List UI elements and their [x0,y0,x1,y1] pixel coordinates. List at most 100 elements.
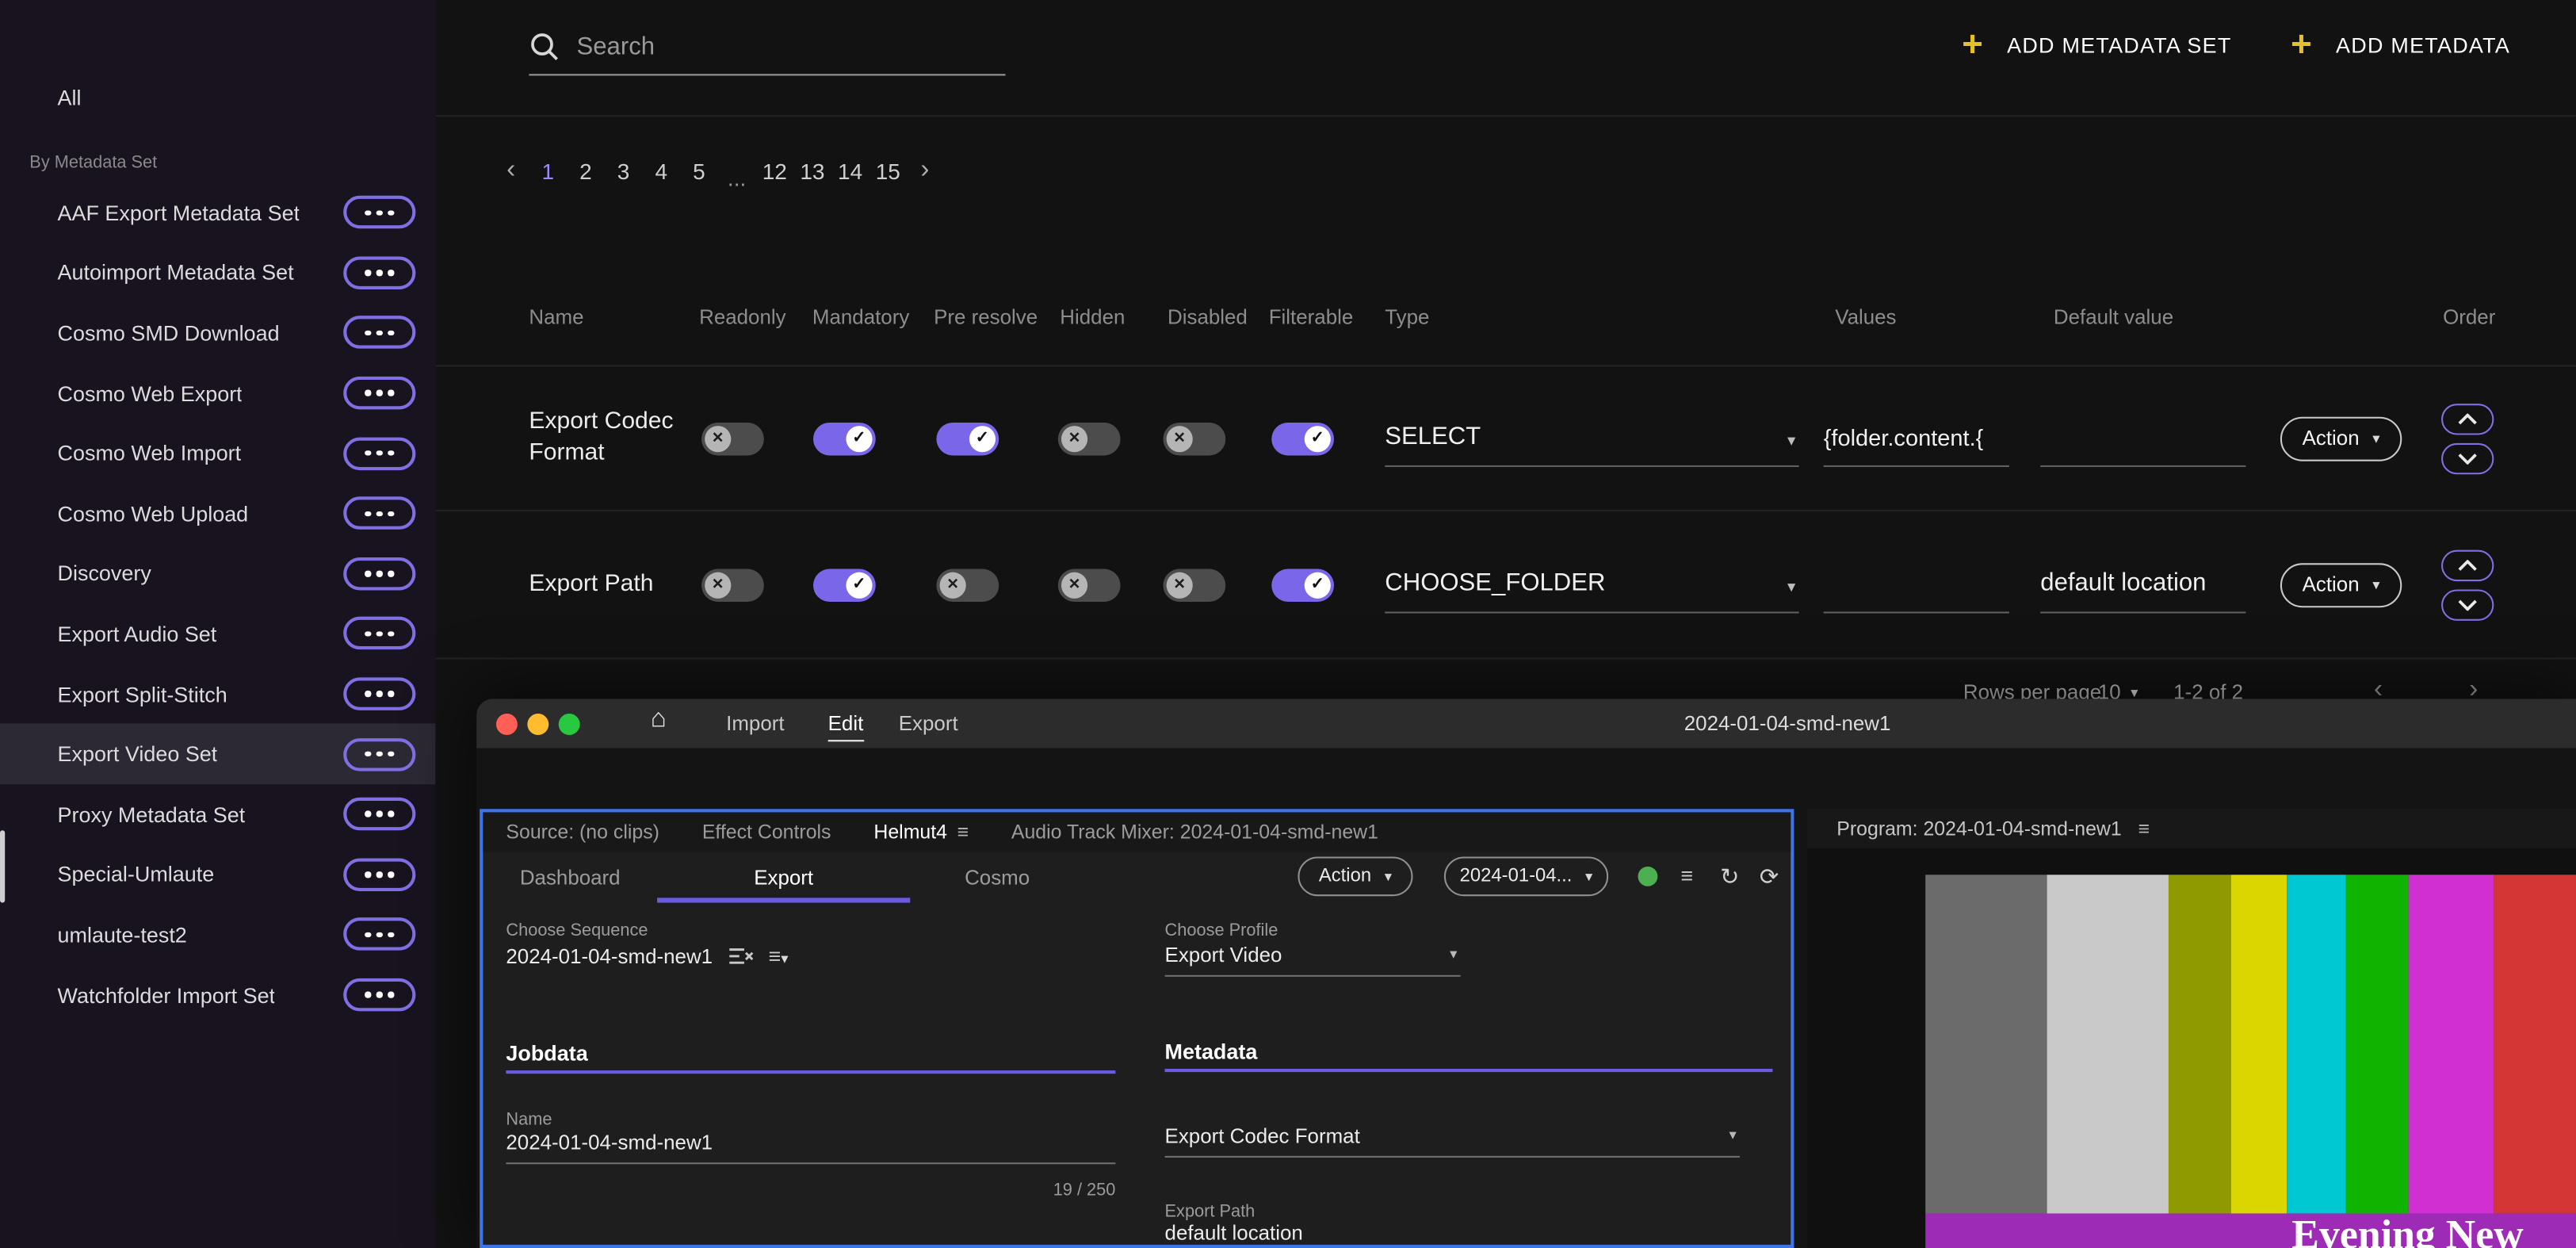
add-metadata-button[interactable]: + ADD METADATA [2291,26,2510,63]
disabled-toggle[interactable]: ✕ [1163,568,1225,600]
sidebar-item[interactable]: umlaute-test2 [0,905,435,965]
page-button-13[interactable]: 13 [793,159,831,183]
pre-resolve-toggle[interactable]: ✕ [936,568,999,600]
zoom-button[interactable] [559,713,580,734]
move-down-button[interactable] [2441,588,2494,619]
tab-audio-track-mixer[interactable]: Audio Track Mixer: 2024-01-04-smd-new1 [1011,821,1378,844]
choose-sequence-field[interactable]: 2024-01-04-smd-new1 ≡▾ [506,944,788,968]
sidebar-item[interactable]: Export Video Set [0,724,435,784]
tab-effect-controls[interactable]: Effect Controls [702,821,831,844]
sidebar-item[interactable]: Autoimport Metadata Set [0,243,435,303]
sequence-select-dropdown[interactable]: 2024-01-04... ▾ [1444,856,1608,896]
window-titlebar[interactable]: ⌂ Import Edit Export 2024-01-04-smd-new1 [476,699,2576,748]
page-button-1[interactable]: 1 [529,159,567,183]
close-button[interactable] [496,713,518,734]
search-input[interactable] [577,33,1006,60]
readonly-toggle[interactable]: ✕ [701,568,764,600]
item-options-menu-icon[interactable] [343,437,415,469]
tab-helmut4[interactable]: Helmut4 ≡ [873,821,969,844]
jobdata-section-title: Jobdata [506,1041,587,1066]
page-button-2[interactable]: 2 [567,159,605,183]
page-button-15[interactable]: 15 [869,159,907,183]
filterable-toggle[interactable]: ✓ [1271,568,1334,600]
action-button[interactable]: Action▾ [2280,416,2402,461]
item-options-menu-icon[interactable] [343,918,415,951]
sidebar-item[interactable]: Proxy Metadata Set [0,784,435,844]
refresh-icon[interactable]: ↻ [1720,863,1739,891]
clear-sequence-icon[interactable] [728,945,754,967]
item-options-menu-icon[interactable] [343,618,415,650]
sync-icon[interactable]: ⟳ [1760,863,1779,891]
minimize-button[interactable] [527,713,548,734]
search-field[interactable] [529,20,1005,76]
sidebar-item[interactable]: Discovery [0,544,435,604]
item-options-menu-icon[interactable] [343,316,415,349]
home-icon[interactable]: ⌂ [651,706,667,735]
default-value-input[interactable] [2040,410,2245,466]
move-up-button[interactable] [2441,403,2494,434]
menu-export[interactable]: Export [899,699,958,748]
type-select[interactable]: SELECT▾ [1385,410,1798,466]
values-input[interactable] [1824,557,2009,613]
item-options-menu-icon[interactable] [343,678,415,710]
disabled-toggle[interactable]: ✕ [1163,422,1225,454]
filterable-toggle[interactable]: ✓ [1271,422,1334,454]
page-button-14[interactable]: 14 [831,159,869,183]
item-options-menu-icon[interactable] [343,256,415,289]
sidebar-item[interactable]: Cosmo Web Export [0,363,435,423]
menu-edit[interactable]: Edit [828,699,864,748]
tab-export[interactable]: Export [657,852,910,902]
page-button-12[interactable]: 12 [755,159,793,183]
move-down-button[interactable] [2441,442,2494,473]
hidden-toggle[interactable]: ✕ [1058,422,1121,454]
page-prev-button[interactable]: ‹ [493,156,529,186]
sidebar-item[interactable]: AAF Export Metadata Set [0,182,435,243]
sidebar-item[interactable]: Cosmo Web Import [0,423,435,484]
sidebar-scrollbar[interactable] [0,830,5,902]
readonly-toggle[interactable]: ✕ [701,422,764,454]
item-options-menu-icon[interactable] [343,377,415,409]
page-button-3[interactable]: 3 [605,159,643,183]
pre-resolve-toggle[interactable]: ✓ [936,422,999,454]
sidebar-item[interactable]: Special-Umlaute [0,844,435,905]
choose-profile-select[interactable]: Export Video ▾ [1165,937,1461,977]
item-options-menu-icon[interactable] [343,497,415,530]
sidebar-item[interactable]: Watchfolder Import Set [0,965,435,1025]
name-input[interactable]: 2024-01-04-smd-new1 [506,1124,1115,1164]
sequence-menu-icon[interactable]: ≡▾ [769,944,789,968]
sidebar-item[interactable]: Cosmo SMD Download [0,303,435,363]
item-options-menu-icon[interactable] [343,737,415,770]
item-options-menu-icon[interactable] [343,798,415,830]
mandatory-toggle[interactable]: ✓ [813,422,876,454]
sidebar-item[interactable]: Export Split-Stitch [0,664,435,724]
move-up-button[interactable] [2441,549,2494,580]
sidebar-item-all[interactable]: All [0,69,435,125]
tab-program[interactable]: Program: 2024-01-04-smd-new1 [1836,817,2121,840]
values-input[interactable]: {folder.content.{ [1824,410,2009,466]
item-options-menu-icon[interactable] [343,858,415,890]
item-options-menu-icon[interactable] [343,978,415,1011]
tab-source[interactable]: Source: (no clips) [506,821,659,844]
add-metadata-set-button[interactable]: + ADD METADATA SET [1962,26,2231,63]
type-select[interactable]: CHOOSE_FOLDER▾ [1385,557,1798,613]
panel-menu-icon[interactable]: ≡ [1680,863,1693,888]
action-button[interactable]: Action▾ [2280,562,2402,607]
mandatory-toggle[interactable]: ✓ [813,568,876,600]
export-path-input[interactable]: default location [1165,1215,1740,1248]
item-options-menu-icon[interactable] [343,196,415,228]
page-button-4[interactable]: 4 [642,159,680,183]
helmut-action-dropdown[interactable]: Action ▾ [1298,856,1412,896]
item-options-menu-icon[interactable] [343,557,415,590]
sidebar-item[interactable]: Export Audio Set [0,603,435,664]
default-value-input[interactable]: default location [2040,557,2245,613]
tab-cosmo[interactable]: Cosmo [910,852,1084,902]
tab-dashboard[interactable]: Dashboard [483,852,657,902]
panel-menu-icon[interactable]: ≡ [957,821,969,844]
hidden-toggle[interactable]: ✕ [1058,568,1121,600]
menu-import[interactable]: Import [726,699,784,748]
panel-menu-icon[interactable]: ≡ [2138,817,2150,840]
page-button-5[interactable]: 5 [680,159,718,183]
export-codec-format-select[interactable]: Export Codec Format ▾ [1165,1118,1740,1158]
sidebar-item[interactable]: Cosmo Web Upload [0,484,435,544]
page-next-button[interactable]: › [907,156,943,186]
